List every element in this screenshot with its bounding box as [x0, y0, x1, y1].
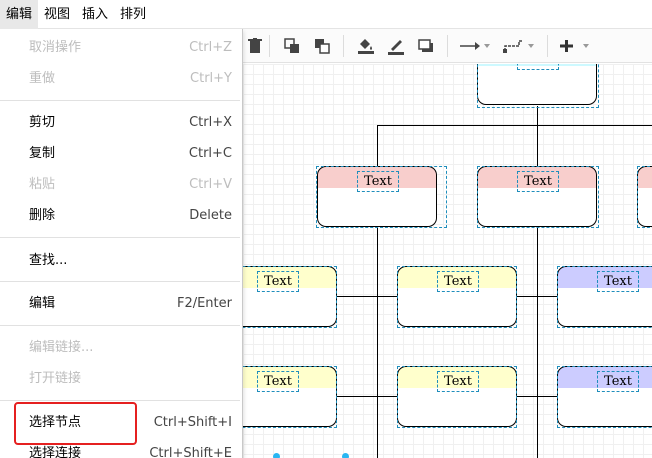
selection-outline — [243, 266, 337, 328]
menu-item-label: 粘贴 — [29, 177, 56, 192]
menu-item-shortcut: Ctrl+Y — [190, 71, 232, 86]
menu-divider — [0, 100, 240, 101]
menu-item-copy[interactable]: 复制 Ctrl+C — [0, 141, 240, 167]
delete-icon[interactable] — [245, 29, 265, 63]
connector[interactable] — [537, 296, 557, 297]
menu-item-label: 剪切 — [29, 115, 56, 130]
selection-outline — [557, 266, 652, 328]
shadow-icon[interactable] — [415, 29, 437, 63]
to-front-icon[interactable] — [281, 29, 303, 63]
menu-item-label: 取消操作 — [29, 40, 82, 55]
toolbar-divider — [269, 35, 270, 57]
menu-divider — [0, 400, 240, 401]
menu-divider — [0, 325, 240, 326]
toolbar-divider — [343, 35, 344, 57]
connector[interactable] — [537, 226, 538, 458]
menu-item-delete[interactable]: 删除 Delete — [0, 203, 240, 229]
menu-item-redo[interactable]: 重做 Ctrl+Y — [0, 66, 240, 92]
menu-item-label: 查找... — [29, 253, 68, 268]
menu-divider — [0, 281, 240, 282]
menu-item-shortcut: Ctrl+C — [188, 146, 232, 161]
selection-outline — [477, 166, 599, 228]
selection-outline — [397, 366, 517, 428]
connector[interactable] — [377, 125, 652, 126]
waypoints-icon[interactable] — [501, 29, 537, 63]
connector[interactable] — [517, 396, 537, 397]
connector[interactable] — [377, 396, 397, 397]
menu-item-shortcut: F2/Enter — [176, 296, 232, 311]
fill-color-icon[interactable] — [355, 29, 377, 63]
connector[interactable] — [537, 106, 538, 126]
menu-item-label: 打开链接 — [29, 371, 82, 386]
resize-handle[interactable] — [342, 453, 349, 458]
selection-outline — [477, 64, 599, 108]
menu-item-undo[interactable]: 取消操作 Ctrl+Z — [0, 35, 240, 61]
menu-edit[interactable]: 编辑 — [0, 0, 39, 29]
menu-item-shortcut: Delete — [189, 208, 232, 223]
menu-item-label: 删除 — [29, 208, 56, 223]
connector[interactable] — [337, 296, 377, 297]
selection-outline — [637, 166, 652, 228]
menu-item-open-link[interactable]: 打开链接 — [0, 366, 240, 392]
toolbar — [243, 29, 652, 63]
selection-outline — [316, 166, 447, 228]
menu-insert[interactable]: 插入 — [76, 0, 114, 29]
connector[interactable] — [517, 296, 537, 297]
toolbar-divider — [547, 35, 548, 57]
menu-divider — [0, 237, 240, 238]
selection-outline — [243, 366, 337, 428]
menu-item-label: 重做 — [29, 71, 56, 86]
connection-arrow-icon[interactable] — [457, 29, 493, 63]
menu-item-edit-link[interactable]: 编辑链接... — [0, 335, 240, 361]
connector[interactable] — [537, 396, 557, 397]
resize-handle[interactable] — [273, 453, 280, 458]
menu-item-edit[interactable]: 编辑 F2/Enter — [0, 291, 240, 317]
diagram-canvas[interactable]: Text Text Text Text Text Text Text Text — [243, 64, 652, 458]
menu-item-shortcut: Ctrl+Shift+I — [153, 415, 232, 430]
selection-outline — [557, 366, 652, 428]
line-color-icon[interactable] — [385, 29, 407, 63]
menu-item-shortcut: Ctrl+Shift+E — [149, 446, 232, 458]
selection-outline — [397, 266, 517, 328]
connector[interactable] — [377, 226, 378, 458]
connector[interactable] — [377, 125, 378, 166]
menu-arrange[interactable]: 排列 — [114, 0, 152, 29]
edit-menu-dropdown: 取消操作 Ctrl+Z 重做 Ctrl+Y 剪切 Ctrl+X 复制 Ctrl+… — [0, 29, 243, 458]
menu-item-label: 编辑 — [29, 296, 56, 311]
highlight-box — [14, 402, 137, 445]
toolbar-divider — [447, 35, 448, 57]
menu-view[interactable]: 视图 — [38, 0, 76, 29]
insert-plus-icon[interactable] — [557, 29, 593, 63]
menubar: 编辑 视图 插入 排列 — [0, 0, 652, 29]
menu-item-shortcut: Ctrl+Z — [189, 40, 232, 55]
to-back-icon[interactable] — [311, 29, 333, 63]
connector[interactable] — [377, 296, 397, 297]
connector[interactable] — [337, 396, 377, 397]
menu-item-shortcut: Ctrl+V — [189, 177, 232, 192]
menu-item-label: 复制 — [29, 146, 56, 161]
menu-item-find[interactable]: 查找... — [0, 248, 240, 274]
menu-item-cut[interactable]: 剪切 Ctrl+X — [0, 110, 240, 136]
menu-item-shortcut: Ctrl+X — [189, 115, 232, 130]
menu-item-label: 编辑链接... — [29, 340, 94, 355]
connector[interactable] — [537, 125, 538, 166]
menu-item-paste[interactable]: 粘贴 Ctrl+V — [0, 172, 240, 198]
